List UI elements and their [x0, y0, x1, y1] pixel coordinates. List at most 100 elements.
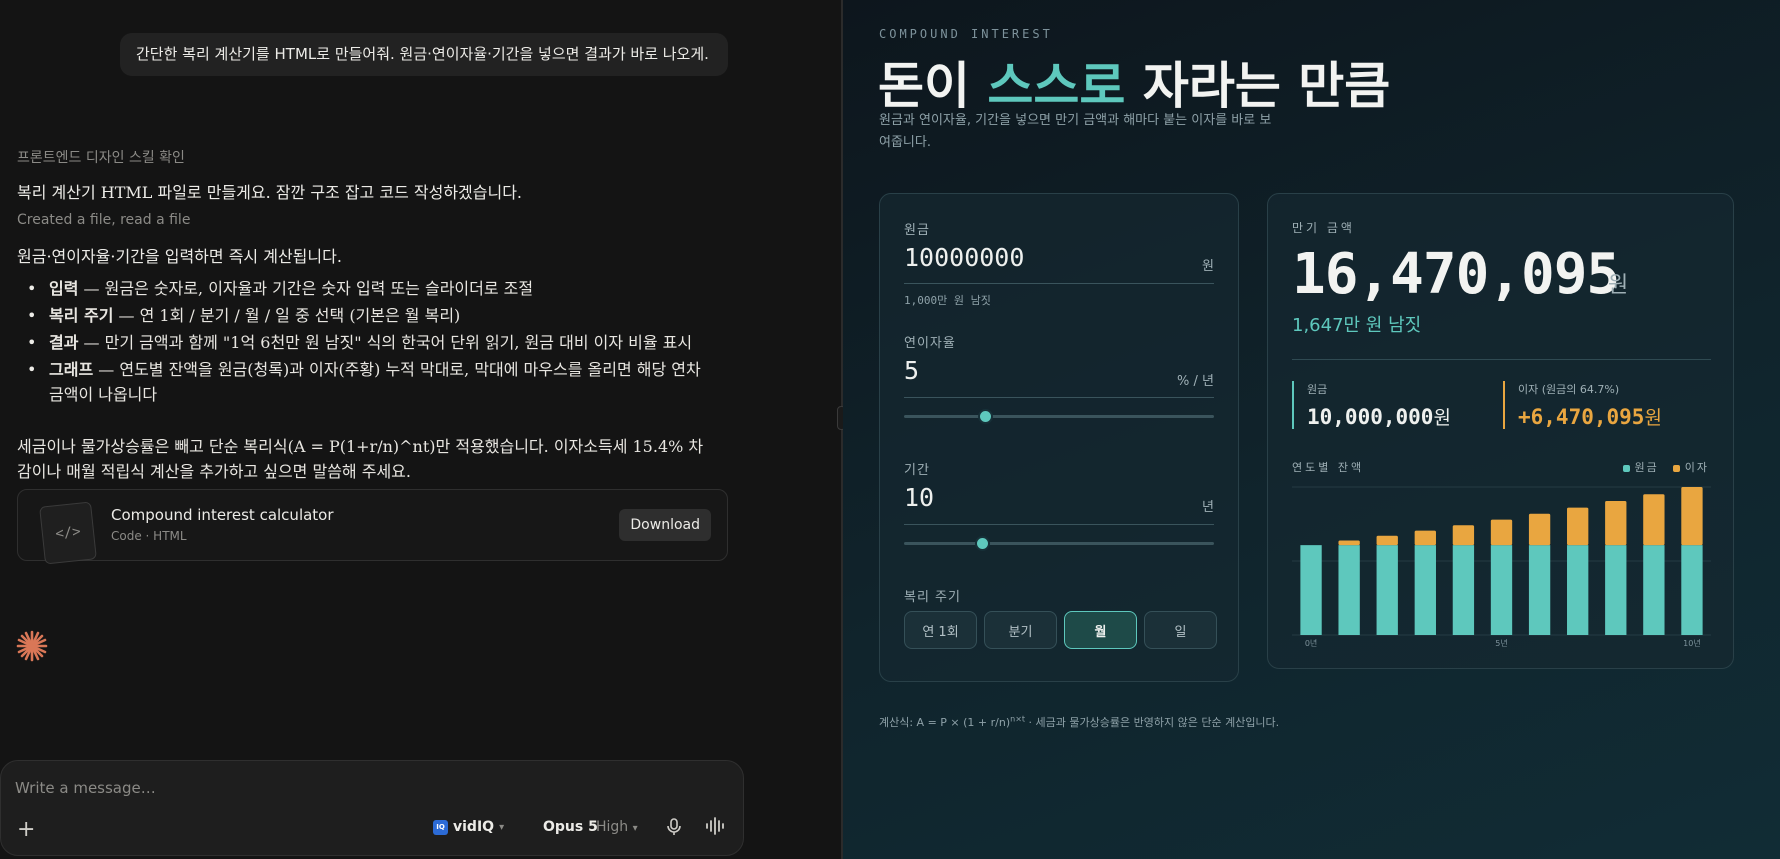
- x-tick-label: 10년: [1683, 638, 1701, 648]
- assistant-reply-line: 복리 계산기 HTML 파일로 만들게요. 잠깐 구조 잡고 코드 작성하겠습니…: [17, 183, 523, 202]
- file-card[interactable]: </> Compound interest calculator Code · …: [17, 489, 728, 565]
- user-message: 간단한 복리 계산기를 HTML로 만들어줘. 원금·연이자율·기간을 넣으면 …: [120, 33, 728, 76]
- voice-mode-icon[interactable]: [705, 817, 725, 835]
- chevron-down-icon: ▾: [632, 823, 638, 834]
- model-selector[interactable]: Opus 5: [543, 819, 598, 835]
- chevron-down-icon: ▾: [499, 821, 505, 833]
- file-title: Compound interest calculator: [111, 506, 334, 524]
- principal-amount-unit: 원: [1433, 407, 1451, 429]
- frequency-option-yearly[interactable]: 연 1회: [904, 611, 977, 649]
- legend-item-principal: 원금: [1622, 459, 1659, 475]
- claude-spark-icon: [16, 630, 48, 662]
- bar-interest[interactable]: [1528, 513, 1551, 546]
- bar-principal[interactable]: [1605, 545, 1627, 635]
- bar-interest[interactable]: [1338, 540, 1360, 546]
- bar-interest[interactable]: [1567, 507, 1589, 546]
- effort-selector[interactable]: High ▾: [596, 819, 638, 835]
- principal-summary-label: 원금: [1307, 383, 1328, 396]
- list-item: 입력 — 원금은 숫자로, 이자율과 기간은 숫자 입력 또는 슬라이더로 조절: [17, 276, 707, 301]
- rate-unit: % / 년: [1177, 374, 1214, 389]
- bar-principal[interactable]: [1414, 545, 1436, 635]
- principal-input[interactable]: 10000000: [904, 243, 1024, 272]
- message-composer: + IQ vidIQ ▾ Opus 5 High ▾: [0, 760, 744, 856]
- add-attachment-button[interactable]: +: [17, 817, 35, 842]
- title-part: 돈이: [878, 56, 988, 115]
- rate-underline: [904, 397, 1214, 398]
- interest-amount: +6,470,095: [1518, 405, 1645, 429]
- vidiq-label: vidIQ: [453, 819, 495, 835]
- bar-interest[interactable]: [1490, 519, 1513, 546]
- page-title: 돈이 스스로 자라는 만큼: [878, 46, 1390, 118]
- point-text: — 연도별 잔액을 원금(청록)과 이자(주황) 누적 막대로, 막대에 마우스…: [49, 360, 701, 404]
- microphone-icon[interactable]: [666, 818, 682, 836]
- result-total-unit: 원: [1608, 273, 1629, 298]
- bar-principal[interactable]: [1452, 545, 1475, 635]
- frequency-option-daily[interactable]: 일: [1144, 611, 1217, 649]
- principal-label: 원금: [904, 223, 930, 238]
- point-text: — 만기 금액과 함께 "1억 6천만 원 남짓" 식의 한국어 단위 읽기, …: [78, 333, 693, 352]
- period-label: 기간: [904, 463, 930, 478]
- bar-interest[interactable]: [1681, 487, 1703, 546]
- rate-slider-knob[interactable]: [977, 409, 993, 424]
- title-part: 자라는 만큼: [1125, 56, 1391, 115]
- legend-item-interest: 이자: [1672, 459, 1709, 475]
- download-button[interactable]: Download: [619, 509, 711, 541]
- period-slider[interactable]: [904, 536, 1214, 551]
- formula-text: 계산식: A = P × (1 + r/n): [879, 716, 1011, 729]
- frequency-option-monthly[interactable]: 월: [1064, 611, 1137, 649]
- vidiq-logo-icon: IQ: [433, 819, 448, 835]
- result-divider: [1292, 359, 1711, 360]
- calculator-preview: COMPOUND INTEREST 돈이 스스로 자라는 만큼 원금과 연이자율…: [843, 0, 1780, 859]
- code-file-icon: </>: [39, 501, 97, 565]
- period-input[interactable]: 10: [904, 483, 934, 512]
- frequency-label: 복리 주기: [904, 590, 961, 605]
- point-title: 복리 주기: [49, 306, 114, 325]
- balance-bar-chart: 0년 5년 10년: [1292, 486, 1711, 648]
- legend-swatch: [1622, 464, 1630, 472]
- legend-label: 원금: [1634, 461, 1659, 474]
- bar-principal[interactable]: [1681, 545, 1703, 635]
- period-unit: 년: [1202, 500, 1214, 515]
- assistant-summary-line: 원금·연이자율·기간을 입력하면 즉시 계산됩니다.: [17, 247, 342, 266]
- input-card: 원금 10000000 원 1,000만 원 남짓 연이자율 5 % / 년 기…: [879, 193, 1239, 682]
- frequency-selector: 연 1회 분기 월 일: [904, 611, 1217, 649]
- bar-principal[interactable]: [1567, 545, 1589, 635]
- result-card: 만기 금액 16,470,095 원 1,647만 원 남짓 원금 10,000…: [1267, 193, 1734, 669]
- file-subtitle: Code · HTML: [111, 529, 187, 543]
- tool-activity-note[interactable]: Created a file, read a file: [17, 212, 190, 228]
- vidiq-extension-button[interactable]: IQ vidIQ ▾: [433, 819, 504, 835]
- chart-legend: 원금 이자: [1622, 459, 1710, 475]
- period-underline: [904, 524, 1214, 525]
- x-tick-label: 5년: [1495, 638, 1507, 648]
- legend-swatch: [1672, 464, 1680, 472]
- frequency-option-quarterly[interactable]: 분기: [984, 611, 1057, 649]
- message-input[interactable]: [15, 779, 615, 797]
- list-item: 복리 주기 — 연 1회 / 분기 / 월 / 일 중 선택 (기본은 월 복리…: [17, 303, 707, 328]
- bar-interest[interactable]: [1452, 525, 1475, 546]
- bar-principal[interactable]: [1643, 545, 1665, 635]
- point-title: 입력: [49, 279, 79, 298]
- point-title: 그래프: [49, 360, 94, 379]
- bar-principal[interactable]: [1338, 545, 1360, 635]
- result-korean-reading: 1,647만 원 남짓: [1292, 315, 1422, 336]
- bar-interest[interactable]: [1643, 494, 1665, 546]
- assistant-note: 세금이나 물가상승률은 빼고 단순 복리식(A = P(1+r/n)^nt)만 …: [17, 437, 704, 481]
- formula-exponent: n×t: [1010, 714, 1026, 724]
- bar-principal[interactable]: [1300, 545, 1322, 635]
- bar-principal[interactable]: [1376, 545, 1398, 635]
- rate-input[interactable]: 5: [904, 356, 919, 385]
- interest-amount-unit: 원: [1644, 407, 1662, 429]
- principal-unit: 원: [1202, 259, 1214, 274]
- step-label[interactable]: 프론트엔드 디자인 스킬 확인: [17, 147, 185, 167]
- bar-interest[interactable]: [1414, 530, 1436, 546]
- period-slider-knob[interactable]: [974, 536, 990, 551]
- interest-summary-value: +6,470,095원: [1518, 403, 1662, 430]
- bar-principal[interactable]: [1490, 545, 1513, 635]
- bar-principal[interactable]: [1528, 545, 1551, 635]
- bar-interest[interactable]: [1605, 501, 1627, 546]
- interest-summary: 이자 (원금의 64.7%) +6,470,095원: [1503, 381, 1662, 429]
- bar-interest[interactable]: [1376, 535, 1398, 546]
- legend-label: 이자: [1684, 461, 1709, 474]
- rate-slider[interactable]: [904, 409, 1214, 424]
- point-title: 결과: [49, 333, 79, 352]
